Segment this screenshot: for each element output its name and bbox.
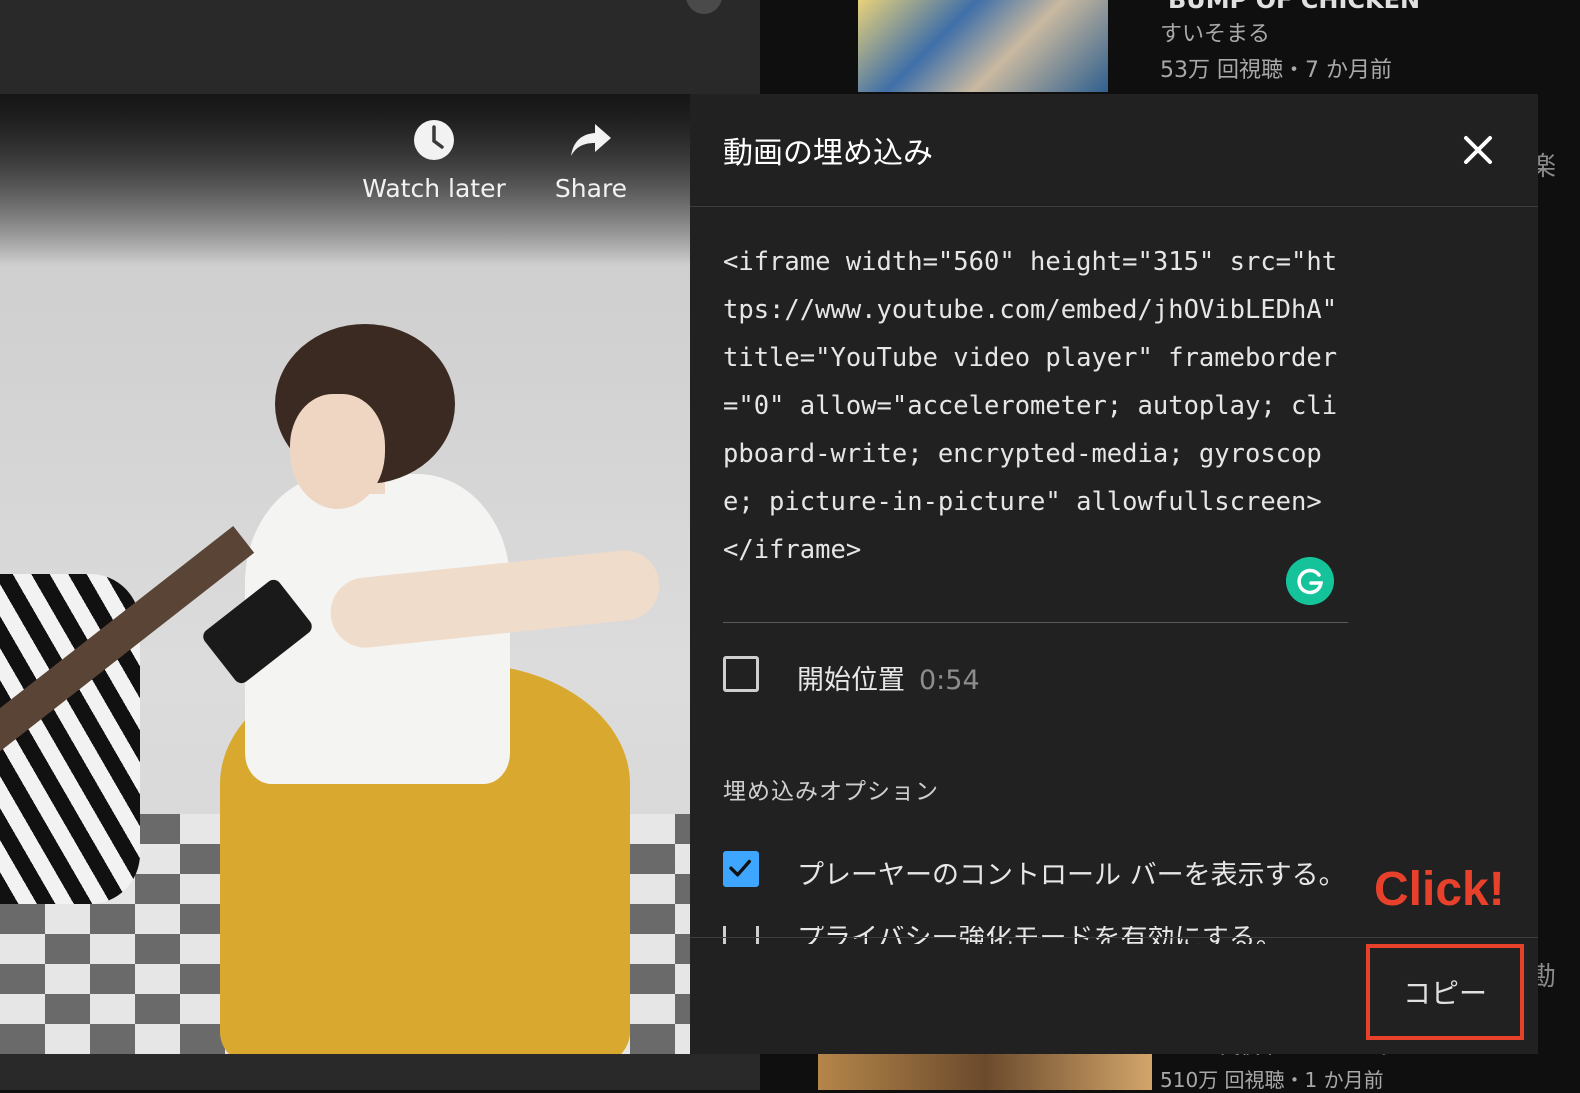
check-icon	[729, 859, 751, 877]
copy-button[interactable]: コピー	[1366, 944, 1524, 1040]
privacy-mode-checkbox[interactable]	[723, 926, 759, 944]
video-preview[interactable]	[0, 94, 690, 1054]
share-button[interactable]: Share	[516, 118, 666, 203]
recommendation-title-top[interactable]: BUMP OF CHICKEN	[1168, 0, 1420, 14]
watch-later-label: Watch later	[362, 174, 506, 203]
dialog-title: 動画の埋め込み	[723, 136, 933, 171]
grammarly-icon[interactable]	[1286, 557, 1334, 605]
embed-code-textarea[interactable]: <iframe width="560" height="315" src="ht…	[723, 238, 1348, 621]
player-menu-button[interactable]	[686, 0, 722, 14]
embed-code-underline	[723, 622, 1348, 623]
start-at-time[interactable]: 0:54	[919, 665, 980, 696]
privacy-mode-label: プライバシー強化モードを有効にする。	[797, 926, 1283, 944]
start-at-label: 開始位置	[797, 665, 905, 696]
recommendation-thumbnail-top[interactable]	[858, 0, 1108, 92]
click-annotation: Click!	[1374, 863, 1505, 916]
watch-later-button[interactable]: Watch later	[359, 118, 509, 203]
share-arrow-icon	[571, 124, 611, 156]
embed-options-heading: 埋め込みオプション	[723, 779, 939, 805]
dancer-face	[290, 394, 385, 509]
show-controls-label: プレーヤーのコントロール バーを表示する。	[797, 860, 1346, 891]
recommendation-thumbnail-bottom[interactable]	[818, 1050, 1152, 1090]
close-icon[interactable]	[1460, 132, 1496, 168]
show-controls-checkbox[interactable]	[723, 851, 759, 887]
scroll-clip-region: プライバシー強化モードを有効にする。	[690, 926, 1538, 944]
recommendation-meta-top: 53万 回視聴・7 か月前	[1160, 58, 1392, 83]
start-at-option: 開始位置 0:54	[797, 658, 980, 697]
recommendation-channel-top[interactable]: すいそまる	[1160, 16, 1270, 48]
dialog-header-divider	[690, 206, 1538, 207]
clock-icon	[414, 120, 454, 160]
start-at-checkbox[interactable]	[723, 656, 759, 692]
recommendation-meta-bottom: 510万 回視聴・1 か月前	[1160, 1068, 1384, 1092]
dialog-footer-divider	[690, 937, 1538, 938]
share-label: Share	[554, 174, 628, 203]
